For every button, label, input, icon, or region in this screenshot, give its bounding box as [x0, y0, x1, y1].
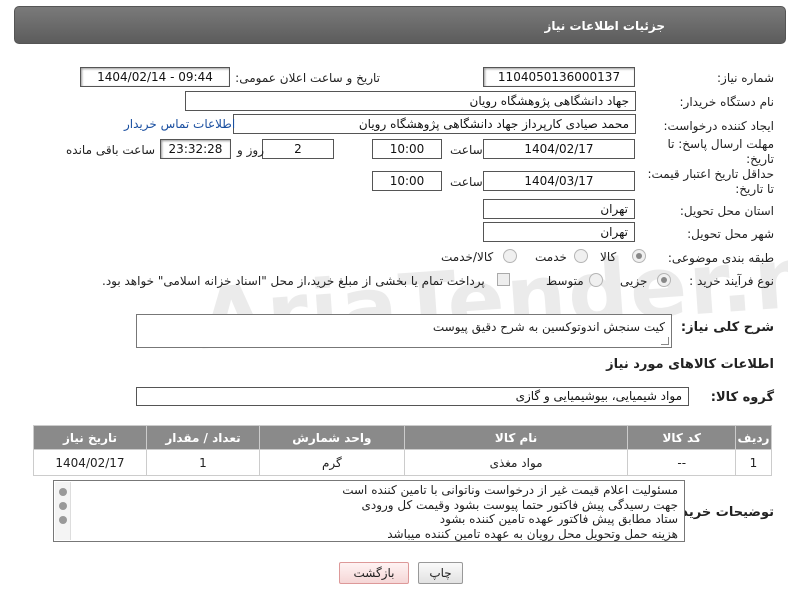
announce-label: تاریخ و ساعت اعلان عمومی:: [235, 71, 380, 85]
table-row: 1 -- مواد مغذی گرم 1 1404/02/17: [33, 449, 773, 476]
cell-code: --: [627, 449, 736, 476]
buyer-note-line: هزینه حمل وتحویل محل رویان به عهده تامین…: [387, 526, 678, 541]
table-header-row-number: ردیف: [734, 425, 773, 450]
remaining-time-label: ساعت باقی مانده: [66, 143, 156, 157]
scroll-down-icon[interactable]: [59, 516, 67, 524]
deadline-time-field: 10:00: [372, 139, 442, 159]
buyer-note-line: جهت رسیدگی پیش فاکتور حتما پیوست بشود وق…: [361, 497, 678, 512]
validity-label-line2: تا تاریخ:: [735, 182, 774, 196]
buyer-note-line: مسئولیت اعلام قیمت غیر از درخواست وناتوا…: [342, 483, 678, 497]
validity-time-field: 10:00: [372, 171, 442, 191]
need-description-box: کیت سنجش اندوتوکسین به شرح دقیق پیوست: [136, 314, 672, 348]
goods-group-label: گروه کالا:: [710, 390, 774, 405]
buyer-org-field: جهاد دانشگاهی پژوهشگاه رویان: [185, 91, 636, 111]
buyer-contact-link[interactable]: اطلاعات تماس خریدار: [124, 117, 235, 131]
remaining-time-field: 23:32:28: [160, 139, 231, 159]
print-button[interactable]: چاپ: [418, 562, 463, 584]
process-radio-minor[interactable]: [657, 273, 671, 287]
creator-field: محمد صیادی کارپرداز جهاد دانشگاهی پژوهشگ…: [233, 114, 636, 134]
need-description-label: شرح کلی نیاز:: [680, 320, 774, 335]
cell-quantity: 1: [146, 449, 260, 476]
validity-label-line1: حداقل تاریخ اعتبار قیمت:: [647, 167, 774, 181]
buyer-org-label: نام دستگاه خریدار:: [679, 95, 775, 109]
category-option-service: خدمت: [535, 250, 567, 264]
validity-date-field: 1404/03/17: [483, 171, 635, 191]
cell-unit: گرم: [258, 449, 405, 476]
goods-group-field: مواد شیمیایی، بیوشیمیایی و گازی: [136, 387, 689, 406]
page-header: جزئیات اطلاعات نیاز: [14, 6, 786, 44]
goods-table: ردیف کد کالا نام کالا واحد شمارش تعداد /…: [33, 425, 773, 476]
cell-row-number: 1: [734, 449, 773, 476]
goods-info-title: اطلاعات کالاهای مورد نیاز: [606, 357, 774, 372]
province-field: تهران: [483, 199, 635, 219]
city-field: تهران: [483, 222, 635, 242]
scroll-thumb-icon[interactable]: [59, 502, 67, 510]
process-label: نوع فرآیند خرید :: [689, 274, 774, 288]
cell-need-date: 1404/02/17: [33, 449, 147, 476]
category-radio-goods-service[interactable]: [503, 249, 517, 263]
deadline-label-line2: تاریخ:: [746, 152, 774, 166]
treasury-payment-note: پرداخت تمام یا بخشی از مبلغ خرید،از محل …: [102, 274, 485, 288]
days-remaining-field: 2: [262, 139, 334, 159]
table-header-row: ردیف کد کالا نام کالا واحد شمارش تعداد /…: [33, 425, 773, 450]
province-label: استان محل تحویل:: [679, 204, 774, 218]
deadline-date-field: 1404/02/17: [483, 139, 635, 159]
buyer-notes-text: مسئولیت اعلام قیمت غیر از درخواست وناتوا…: [54, 481, 684, 541]
announce-datetime-field: 1404/02/14 - 09:44: [80, 67, 230, 87]
category-radio-goods[interactable]: [632, 249, 646, 263]
table-header-quantity: تعداد / مقدار: [146, 425, 260, 450]
process-option-minor: جزیی: [620, 274, 648, 288]
buyer-note-line: ستاد مطابق پیش فاکتور عهده تامین کننده ب…: [439, 512, 678, 526]
process-option-medium: متوسط: [546, 274, 584, 288]
buyer-notes-box: مسئولیت اعلام قیمت غیر از درخواست وناتوا…: [53, 480, 685, 542]
creator-label: ایجاد کننده درخواست:: [663, 119, 774, 133]
cell-name: مواد مغذی: [403, 449, 629, 476]
city-label: شهر محل تحویل:: [687, 227, 774, 241]
category-option-goods-service: کالا/خدمت: [441, 250, 494, 264]
category-radio-service[interactable]: [574, 249, 588, 263]
deadline-label-line1: مهلت ارسال پاسخ: تا: [667, 137, 774, 151]
category-option-goods: کالا: [600, 250, 617, 264]
table-header-name: نام کالا: [403, 425, 629, 450]
treasury-payment-checkbox[interactable]: [497, 273, 510, 286]
need-description-text: کیت سنجش اندوتوکسین به شرح دقیق پیوست: [432, 320, 665, 334]
back-button[interactable]: بازگشت: [339, 562, 409, 584]
need-number-field: 1104050136000137: [483, 67, 635, 87]
category-label: طبقه بندی موضوعی:: [667, 251, 774, 265]
resize-handle-icon[interactable]: [661, 337, 669, 345]
need-number-label: شماره نیاز:: [717, 71, 774, 85]
days-label: روز و: [237, 143, 264, 157]
table-header-unit: واحد شمارش: [258, 425, 405, 450]
page-title: جزئیات اطلاعات نیاز: [544, 19, 665, 33]
notes-scrollbar[interactable]: [55, 482, 71, 540]
table-header-code: کد کالا: [627, 425, 736, 450]
validity-time-label: ساعت: [450, 175, 483, 189]
process-radio-medium[interactable]: [589, 273, 603, 287]
table-header-need-date: تاریخ نیاز: [33, 425, 147, 450]
deadline-time-label: ساعت: [450, 143, 483, 157]
scroll-up-icon[interactable]: [59, 488, 67, 496]
